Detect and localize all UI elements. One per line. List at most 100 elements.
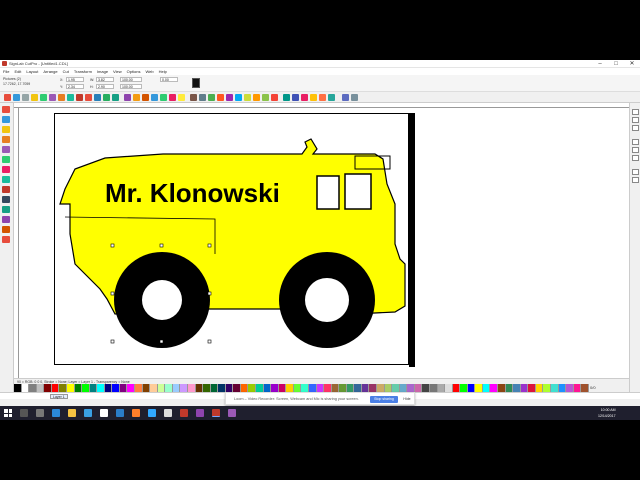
tool-icon-31[interactable] <box>283 94 290 101</box>
tool-icon-12[interactable] <box>103 94 110 101</box>
palette-swatch[interactable] <box>452 384 461 392</box>
palette-swatch[interactable] <box>89 384 98 392</box>
pen-tool-icon[interactable] <box>2 146 10 153</box>
palette-swatch[interactable] <box>180 384 188 392</box>
palette-swatch[interactable] <box>97 384 105 392</box>
palette-swatch[interactable] <box>51 384 60 392</box>
palette-swatch[interactable] <box>324 384 332 392</box>
palette-swatch[interactable] <box>278 384 287 392</box>
stop-sharing-button[interactable]: Stop sharing <box>370 396 398 403</box>
tool-icon-29[interactable] <box>262 94 269 101</box>
percent-width-field[interactable]: 100.00 <box>120 77 142 82</box>
palette-swatch[interactable] <box>490 384 498 392</box>
menu-help[interactable]: Help <box>159 68 167 75</box>
app-icon-3[interactable] <box>196 409 204 417</box>
palette-swatch[interactable] <box>513 384 521 392</box>
palette-swatch[interactable] <box>543 384 551 392</box>
app-icon-2[interactable] <box>180 409 188 417</box>
palette-swatch[interactable] <box>384 384 393 392</box>
palette-swatch[interactable] <box>550 384 559 392</box>
tool-icon-36[interactable] <box>328 94 335 101</box>
windows-start-icon[interactable] <box>4 409 12 417</box>
menu-view[interactable]: View <box>113 68 122 75</box>
tool-icon-23[interactable] <box>208 94 215 101</box>
palette-swatch[interactable] <box>142 384 151 392</box>
palette-swatch[interactable] <box>558 384 567 392</box>
tool-icon-2[interactable] <box>13 94 20 101</box>
select-tool-icon[interactable] <box>2 106 10 113</box>
w-field[interactable]: 3.82 <box>96 77 114 82</box>
palette-swatch[interactable] <box>263 384 272 392</box>
tool-icon-34[interactable] <box>310 94 317 101</box>
tool-icon-37[interactable] <box>342 94 349 101</box>
palette-swatch[interactable] <box>286 384 294 392</box>
drawing-canvas[interactable]: Mr. Klonowski <box>19 108 629 378</box>
tool-icon-11[interactable] <box>94 94 101 101</box>
tool-icon-19[interactable] <box>169 94 176 101</box>
menu-arrange[interactable]: Arrange <box>43 68 57 75</box>
menu-web[interactable]: Web <box>145 68 153 75</box>
menu-edit[interactable]: Edit <box>14 68 21 75</box>
palette-swatch[interactable] <box>29 384 37 392</box>
palette-swatch[interactable] <box>308 384 317 392</box>
truck-graphic[interactable]: Mr. Klonowski <box>55 114 410 366</box>
palette-swatch[interactable] <box>429 384 438 392</box>
h-field[interactable]: 2.90 <box>96 84 114 89</box>
menu-options[interactable]: Options <box>127 68 141 75</box>
edge-icon[interactable] <box>52 409 60 417</box>
file-explorer-icon[interactable] <box>68 409 76 417</box>
palette-swatch[interactable] <box>460 384 468 392</box>
palette-swatch[interactable] <box>36 384 45 392</box>
palette-swatch[interactable] <box>339 384 347 392</box>
palette-swatch[interactable] <box>520 384 529 392</box>
align-icon-1[interactable] <box>632 109 639 115</box>
menu-image[interactable]: Image <box>97 68 108 75</box>
tool-icon-5[interactable] <box>40 94 47 101</box>
palette-swatch[interactable] <box>422 384 430 392</box>
menu-file[interactable]: File <box>3 68 9 75</box>
tool-icon-24[interactable] <box>217 94 224 101</box>
maximize-button[interactable]: □ <box>608 60 624 68</box>
hide-button[interactable]: Hide <box>401 396 413 403</box>
palette-swatch[interactable] <box>293 384 302 392</box>
percent-height-field[interactable]: 100.00 <box>120 84 142 89</box>
palette-swatch[interactable] <box>21 384 30 392</box>
palette-swatch[interactable] <box>331 384 340 392</box>
palette-swatch[interactable] <box>414 384 423 392</box>
tool-icon-27[interactable] <box>244 94 251 101</box>
align-icon-5[interactable] <box>632 147 639 153</box>
search-icon[interactable] <box>20 409 28 417</box>
outline-tool-icon[interactable] <box>2 176 10 183</box>
palette-swatch[interactable] <box>535 384 544 392</box>
tool-icon-6[interactable] <box>49 94 56 101</box>
tool-icon-14[interactable] <box>124 94 131 101</box>
tool-icon-22[interactable] <box>199 94 206 101</box>
word-icon[interactable] <box>116 409 124 417</box>
palette-swatch[interactable] <box>195 384 204 392</box>
align-icon-6[interactable] <box>632 155 639 161</box>
tool-icon-32[interactable] <box>292 94 299 101</box>
rear-wheel[interactable] <box>279 252 375 348</box>
tool-icon-8[interactable] <box>67 94 74 101</box>
palette-swatch[interactable] <box>203 384 211 392</box>
align-icon-3[interactable] <box>632 125 639 131</box>
palette-swatch[interactable] <box>361 384 370 392</box>
tool-icon-17[interactable] <box>151 94 158 101</box>
front-wheel[interactable] <box>114 252 210 348</box>
palette-swatch[interactable] <box>573 384 582 392</box>
palette-swatch[interactable] <box>14 384 22 392</box>
align-icon-7[interactable] <box>632 169 639 175</box>
tool-icon-33[interactable] <box>301 94 308 101</box>
align-icon-4[interactable] <box>632 139 639 145</box>
tool-icon-4[interactable] <box>31 94 38 101</box>
palette-swatch[interactable] <box>127 384 135 392</box>
tool-icon-21[interactable] <box>190 94 197 101</box>
palette-swatch[interactable] <box>475 384 483 392</box>
app-icon-4[interactable] <box>228 409 236 417</box>
tool-icon-16[interactable] <box>142 94 149 101</box>
palette-swatch[interactable] <box>482 384 491 392</box>
palette-swatch[interactable] <box>82 384 90 392</box>
palette-swatch[interactable] <box>581 384 589 392</box>
design-page[interactable]: Mr. Klonowski <box>54 113 409 365</box>
tool-icon-1[interactable] <box>4 94 11 101</box>
